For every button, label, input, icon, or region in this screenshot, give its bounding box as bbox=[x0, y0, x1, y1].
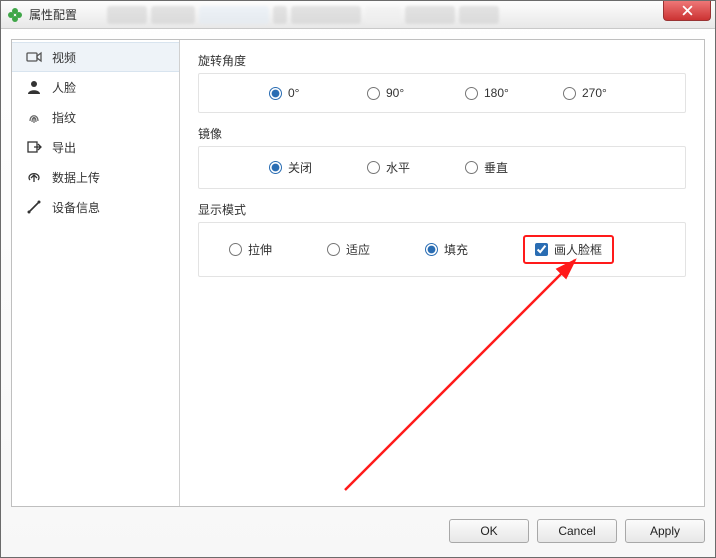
sidebar-item-face[interactable]: 人脸 bbox=[12, 72, 179, 102]
button-footer: OK Cancel Apply bbox=[11, 507, 705, 547]
sidebar-item-label: 人脸 bbox=[52, 79, 76, 96]
radio-input[interactable] bbox=[563, 87, 576, 100]
checkbox-face-box[interactable]: 画人脸框 bbox=[523, 235, 614, 264]
radio-label: 拉伸 bbox=[248, 241, 272, 258]
radio-label: 180° bbox=[484, 86, 509, 100]
close-button[interactable] bbox=[663, 1, 711, 21]
sidebar-item-device[interactable]: 设备信息 bbox=[12, 192, 179, 222]
sidebar-item-fingerprint[interactable]: 指纹 bbox=[12, 102, 179, 132]
sidebar-item-label: 指纹 bbox=[52, 109, 76, 126]
radio-mirror-vertical[interactable]: 垂直 bbox=[465, 159, 563, 176]
ok-button[interactable]: OK bbox=[449, 519, 529, 543]
radio-display-stretch[interactable]: 拉伸 bbox=[229, 241, 327, 258]
main-panel: 视频 人脸 指纹 导出 数据上传 bbox=[11, 39, 705, 507]
radio-input[interactable] bbox=[327, 243, 340, 256]
radio-input[interactable] bbox=[269, 87, 282, 100]
radio-input[interactable] bbox=[367, 161, 380, 174]
radio-label: 适应 bbox=[346, 241, 370, 258]
radio-label: 垂直 bbox=[484, 159, 508, 176]
radio-label: 水平 bbox=[386, 159, 410, 176]
radio-rotation-180[interactable]: 180° bbox=[465, 86, 563, 100]
camera-icon bbox=[26, 49, 42, 65]
window-title: 属性配置 bbox=[29, 6, 77, 23]
sidebar-item-label: 导出 bbox=[52, 139, 76, 156]
dialog-window: 属性配置 视频 人脸 指纹 bbox=[0, 0, 716, 558]
group-box-display: 拉伸 适应 填充 画人脸框 bbox=[198, 222, 686, 277]
radio-mirror-off[interactable]: 关闭 bbox=[269, 159, 367, 176]
radio-rotation-0[interactable]: 0° bbox=[269, 86, 367, 100]
radio-input[interactable] bbox=[269, 161, 282, 174]
group-label-mirror: 镜像 bbox=[198, 125, 686, 146]
group-box-rotation: 0° 90° 180° 270° bbox=[198, 73, 686, 113]
apply-button[interactable]: Apply bbox=[625, 519, 705, 543]
export-icon bbox=[26, 139, 42, 155]
sidebar-item-label: 设备信息 bbox=[52, 199, 100, 216]
checkbox-label: 画人脸框 bbox=[554, 241, 602, 258]
radio-display-fit[interactable]: 适应 bbox=[327, 241, 425, 258]
group-display: 显示模式 拉伸 适应 填充 画人脸框 bbox=[198, 201, 686, 277]
radio-rotation-270[interactable]: 270° bbox=[563, 86, 661, 100]
upload-icon bbox=[26, 169, 42, 185]
group-box-mirror: 关闭 水平 垂直 bbox=[198, 146, 686, 189]
cancel-button[interactable]: Cancel bbox=[537, 519, 617, 543]
person-icon bbox=[26, 79, 42, 95]
radio-input[interactable] bbox=[425, 243, 438, 256]
radio-input[interactable] bbox=[367, 87, 380, 100]
titlebar: 属性配置 bbox=[1, 1, 715, 29]
group-rotation: 旋转角度 0° 90° 180° 270° bbox=[198, 52, 686, 113]
tools-icon bbox=[26, 199, 42, 215]
radio-label: 0° bbox=[288, 86, 299, 100]
sidebar: 视频 人脸 指纹 导出 数据上传 bbox=[12, 40, 180, 506]
radio-label: 270° bbox=[582, 86, 607, 100]
sidebar-item-video[interactable]: 视频 bbox=[12, 42, 179, 72]
content-area: 旋转角度 0° 90° 180° 270° 镜像 关闭 水平 bbox=[180, 40, 704, 301]
radio-label: 填充 bbox=[444, 241, 468, 258]
radio-label: 90° bbox=[386, 86, 404, 100]
radio-display-fill[interactable]: 填充 bbox=[425, 241, 523, 258]
radio-input[interactable] bbox=[465, 161, 478, 174]
close-icon bbox=[682, 5, 693, 16]
sidebar-item-label: 视频 bbox=[52, 49, 76, 66]
group-label-display: 显示模式 bbox=[198, 201, 686, 222]
radio-mirror-horizontal[interactable]: 水平 bbox=[367, 159, 465, 176]
group-mirror: 镜像 关闭 水平 垂直 bbox=[198, 125, 686, 189]
sidebar-item-upload[interactable]: 数据上传 bbox=[12, 162, 179, 192]
radio-input[interactable] bbox=[465, 87, 478, 100]
radio-rotation-90[interactable]: 90° bbox=[367, 86, 465, 100]
fingerprint-icon bbox=[26, 109, 42, 125]
sidebar-item-label: 数据上传 bbox=[52, 169, 100, 186]
radio-input[interactable] bbox=[229, 243, 242, 256]
dialog-body: 视频 人脸 指纹 导出 数据上传 bbox=[1, 29, 715, 557]
group-label-rotation: 旋转角度 bbox=[198, 52, 686, 73]
radio-label: 关闭 bbox=[288, 159, 312, 176]
app-icon bbox=[7, 7, 23, 23]
sidebar-item-export[interactable]: 导出 bbox=[12, 132, 179, 162]
checkbox-input[interactable] bbox=[535, 243, 548, 256]
background-blur bbox=[107, 6, 499, 24]
